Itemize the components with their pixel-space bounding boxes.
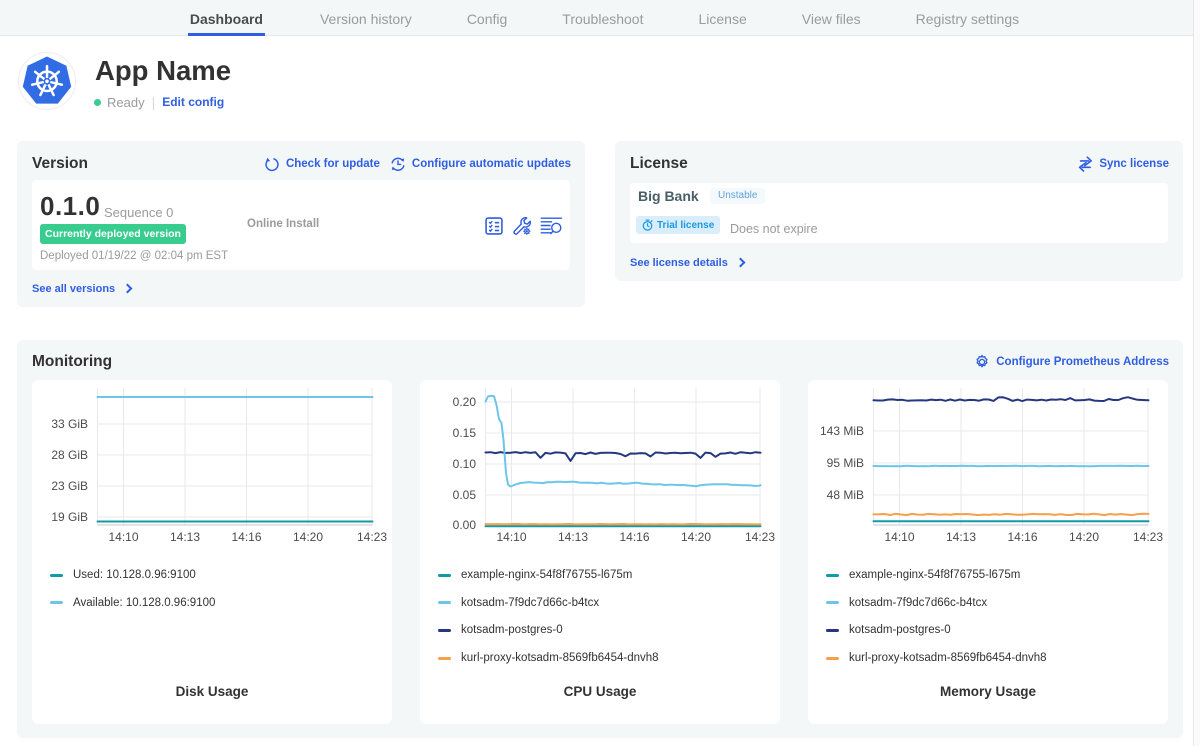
svg-text:14:10: 14:10 xyxy=(496,530,526,544)
svg-text:14:10: 14:10 xyxy=(884,530,914,544)
svg-text:14:20: 14:20 xyxy=(681,530,711,544)
svg-text:19 GiB: 19 GiB xyxy=(51,510,88,524)
svg-text:143 MiB: 143 MiB xyxy=(820,424,864,438)
svg-text:14:13: 14:13 xyxy=(170,530,200,544)
svg-text:14:20: 14:20 xyxy=(293,530,323,544)
svg-text:0.20: 0.20 xyxy=(453,395,477,409)
svg-text:14:16: 14:16 xyxy=(619,530,649,544)
svg-text:14:20: 14:20 xyxy=(1069,530,1099,544)
svg-text:14:23: 14:23 xyxy=(1133,530,1163,544)
svg-text:0.05: 0.05 xyxy=(453,488,477,502)
svg-text:14:10: 14:10 xyxy=(108,530,138,544)
svg-text:95 MiB: 95 MiB xyxy=(827,456,864,470)
svg-text:48 MiB: 48 MiB xyxy=(827,488,864,502)
svg-text:0.00: 0.00 xyxy=(453,518,477,532)
svg-text:0.10: 0.10 xyxy=(453,457,477,471)
svg-text:14:13: 14:13 xyxy=(946,530,976,544)
svg-text:0.15: 0.15 xyxy=(453,426,477,440)
svg-text:23 GiB: 23 GiB xyxy=(51,479,88,493)
svg-text:14:13: 14:13 xyxy=(558,530,588,544)
svg-text:14:23: 14:23 xyxy=(357,530,387,544)
svg-text:14:23: 14:23 xyxy=(745,530,775,544)
svg-text:33 GiB: 33 GiB xyxy=(51,417,88,431)
svg-text:14:16: 14:16 xyxy=(1007,530,1037,544)
svg-text:28 GiB: 28 GiB xyxy=(51,448,88,462)
svg-text:14:16: 14:16 xyxy=(231,530,261,544)
